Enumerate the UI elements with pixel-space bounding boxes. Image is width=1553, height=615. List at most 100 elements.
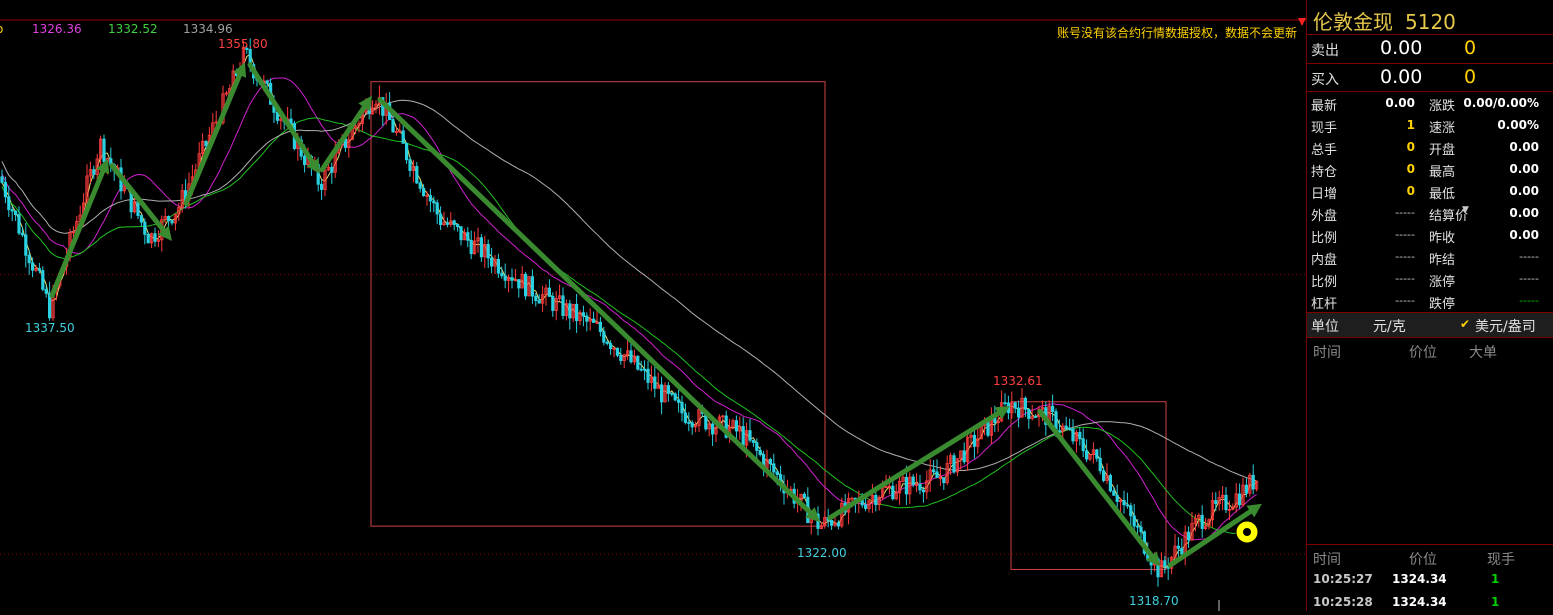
stat-label: 持仓: [1311, 165, 1338, 180]
candle-down: [598, 321, 603, 332]
candle-down: [1238, 493, 1242, 506]
candle-down: [775, 471, 779, 475]
stat-value: 0.00%: [1497, 118, 1539, 132]
trend-arrow-line: [109, 163, 166, 233]
candle-down: [204, 140, 208, 147]
trend-arrow-line: [319, 104, 367, 173]
candle-down: [1115, 494, 1119, 502]
candle-down: [561, 295, 565, 316]
tick-price: 1324.34: [1392, 572, 1447, 586]
candle-down: [768, 459, 773, 465]
candle-down: [741, 426, 745, 446]
candle-down: [319, 183, 324, 190]
candle-down: [1163, 560, 1167, 567]
candle-down: [30, 262, 35, 271]
candle-down: [677, 399, 681, 403]
candle-down: [952, 455, 956, 473]
stat-value: 0: [1406, 140, 1415, 154]
settlement-dropdown-icon[interactable]: ▼: [1462, 205, 1469, 215]
divider: [1307, 337, 1553, 338]
big-order-time-header: 时间: [1313, 345, 1341, 361]
unit-option-cny-per-gram[interactable]: 元/克: [1373, 316, 1406, 336]
candle-down: [962, 450, 966, 463]
sell-label: 卖出: [1311, 43, 1339, 59]
big-order-header: 大单: [1469, 345, 1497, 361]
stat-value: -----: [1519, 294, 1539, 307]
candle-down: [585, 315, 589, 322]
moving-average-line: [1, 117, 1257, 534]
candle-down: [496, 258, 501, 274]
candle-down: [0, 176, 4, 183]
candle-down: [41, 270, 45, 290]
annotation-high-1: 1355.80: [218, 37, 268, 51]
tick-volume: 1: [1491, 595, 1500, 609]
candle-down: [7, 196, 11, 210]
candle-down: [629, 350, 633, 363]
candle-down: [639, 368, 643, 371]
candle-down: [248, 49, 252, 66]
candle-down: [772, 463, 776, 473]
candle-down: [911, 476, 915, 485]
stat-value: 0.00: [1509, 162, 1539, 176]
stat-value: 1: [1406, 118, 1415, 132]
stat-value: -----: [1395, 206, 1415, 219]
candlestick-chart[interactable]: o 1326.36 1332.52 1334.96 账号没有该合约行情数据授权，…: [0, 0, 1306, 611]
candle-down: [1214, 500, 1218, 505]
candle-down: [1013, 402, 1017, 409]
candle-down: [302, 155, 307, 166]
tick-row[interactable]: 10:25:27 1324.34 1: [1307, 572, 1553, 592]
candle-down: [1098, 457, 1102, 472]
candle-down: [166, 215, 171, 221]
candle-down: [1180, 547, 1184, 555]
candle-down: [1200, 514, 1204, 529]
sell-price: 0.00: [1380, 37, 1423, 59]
candle-down: [643, 368, 647, 371]
candle-down: [1095, 449, 1099, 459]
tick-time: 10:25:28: [1313, 595, 1373, 609]
tick-row[interactable]: 10:25:28 1324.34 1: [1307, 595, 1553, 615]
big-order-price-header: 价位: [1409, 345, 1437, 361]
legend-ma2: 1332.52: [108, 22, 158, 36]
candle-down: [605, 341, 609, 344]
tick-time: 10:25:27: [1313, 572, 1373, 586]
candle-down: [146, 233, 150, 244]
candle-down: [139, 215, 143, 223]
candle-down: [1068, 428, 1072, 430]
stat-value: -----: [1395, 272, 1415, 285]
moving-average-line: [1, 99, 1257, 482]
candle-down: [680, 401, 684, 414]
trend-arrow-line: [377, 97, 813, 515]
candle-down: [401, 130, 405, 144]
unit-option-usd-per-oz[interactable]: 美元/盎司: [1475, 316, 1536, 336]
candle-down: [1136, 525, 1140, 528]
cursor-marker-center: [1243, 528, 1251, 536]
candle-down: [581, 312, 586, 317]
candle-down: [503, 275, 507, 281]
candle-down: [673, 393, 677, 401]
candle-down: [942, 477, 946, 484]
candle-down: [1112, 490, 1116, 496]
candle-down: [615, 347, 620, 356]
instrument-name: 伦敦金现: [1313, 10, 1393, 34]
candle-down: [1132, 515, 1136, 527]
trend-arrow-line: [247, 62, 315, 165]
candle-down: [37, 268, 42, 271]
candle-down: [459, 226, 463, 241]
candle-down: [755, 442, 759, 451]
candle-down: [666, 385, 671, 394]
trend-arrow-line: [49, 169, 106, 299]
candle-down: [486, 243, 490, 259]
candle-down: [432, 200, 436, 204]
trend-arrow-line: [827, 410, 1001, 521]
stat-label: 外盘: [1311, 209, 1338, 224]
range-boxes: [370, 81, 1167, 570]
stat-value: -----: [1395, 294, 1415, 307]
candle-down: [602, 331, 606, 343]
candle-down: [10, 209, 14, 212]
candle-down: [435, 202, 439, 215]
candle-down: [1027, 408, 1031, 419]
chart-canvas: [0, 18, 1306, 611]
candle-down: [1176, 545, 1180, 549]
stat-label: 速涨: [1429, 121, 1456, 136]
candle-down: [568, 303, 572, 319]
